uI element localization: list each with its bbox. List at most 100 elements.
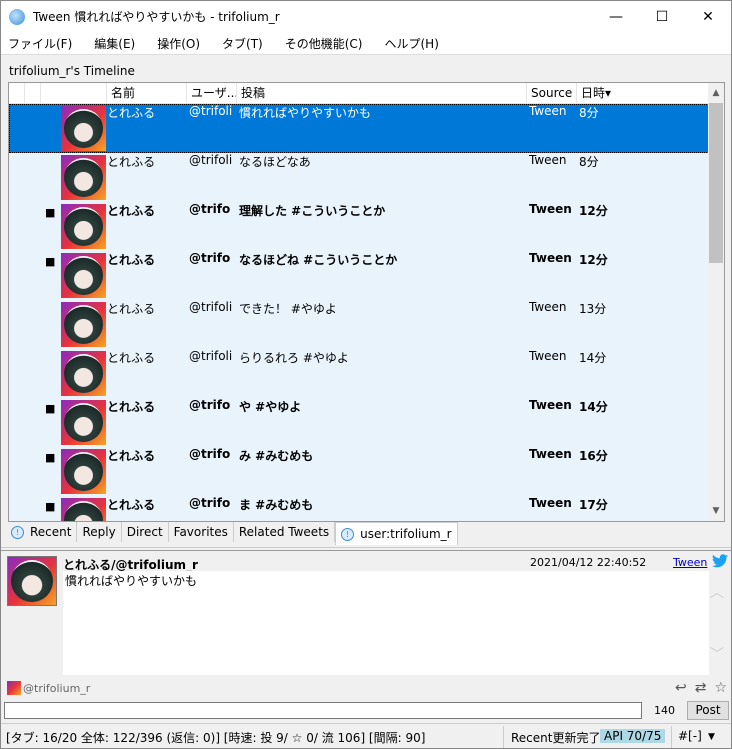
column-header-user[interactable]: ユーザ... <box>187 83 237 104</box>
avatar[interactable] <box>61 400 106 445</box>
table-row[interactable]: とれふる @trifoli なるほどなあ Tween 8分 <box>9 153 709 202</box>
maximize-button[interactable]: ☐ <box>639 1 685 32</box>
title-bar: Tween 慣れればやりやすいかも - trifolium_r — ☐ ✕ <box>1 1 731 32</box>
scroll-down-icon[interactable]: ▼ <box>708 503 724 519</box>
avatar[interactable] <box>61 302 106 347</box>
table-row[interactable]: ■ とれふる @trifo み #みむめも Tween 16分 <box>9 447 709 496</box>
row-name: とれふる <box>107 351 156 365</box>
column-header-source[interactable]: Source <box>527 83 577 104</box>
retweet-icon[interactable]: ⇄ <box>695 680 707 696</box>
splitter[interactable] <box>1 547 731 551</box>
avatar[interactable] <box>61 351 106 396</box>
tab-user-trifolium-r[interactable]: ! user:trifolium_r <box>335 522 458 545</box>
row-text: なるほどなあ <box>239 155 311 169</box>
unread-mark: ■ <box>45 500 56 513</box>
table-row[interactable]: とれふる @trifoli できた！ #やゆよ Tween 13分 <box>9 300 709 349</box>
row-name: とれふる <box>107 302 156 316</box>
column-header-blank1[interactable] <box>9 83 25 104</box>
dropdown-arrow-icon[interactable]: ▼ <box>708 732 715 742</box>
tweet-actions: ↩ ⇄ ☆ <box>675 680 727 696</box>
table-row[interactable]: ■ とれふる @trifo や #やゆよ Tween 14分 <box>9 398 709 447</box>
row-text: できた！ #やゆよ <box>239 302 337 316</box>
detail-avatar[interactable] <box>7 556 57 606</box>
column-header-post[interactable]: 投稿 <box>237 83 527 104</box>
minimize-button[interactable]: — <box>593 1 639 32</box>
menu-tab[interactable]: タブ(T) <box>222 35 263 52</box>
column-header-icon[interactable] <box>41 83 107 104</box>
timeline-rows: とれふる @trifoli 慣れればやりやすいかも Tween 8分 とれふる … <box>9 104 709 521</box>
tween-app-icon <box>9 8 25 25</box>
avatar[interactable] <box>61 498 106 521</box>
hashtag-selector[interactable]: #[-] <box>678 729 702 743</box>
row-source: Tween <box>529 447 572 461</box>
tab-reply[interactable]: Reply <box>77 522 122 542</box>
row-time: 17分 <box>579 498 608 512</box>
row-time: 8分 <box>579 155 599 169</box>
row-text: なるほどね #こういうことか <box>239 253 398 267</box>
table-row[interactable]: ■ とれふる @trifo 理解した #こういうことか Tween 12分 <box>9 202 709 251</box>
status-bar: [タブ: 16/20 全体: 122/396 (返信: 0)] [時速: 投 9… <box>1 723 731 749</box>
row-text: み #みむめも <box>239 449 314 463</box>
row-source: Tween <box>529 104 567 118</box>
favorite-star-icon[interactable]: ☆ <box>714 680 727 696</box>
reply-icon[interactable]: ↩ <box>675 680 687 696</box>
tweet-detail: とれふる/@trifolium_r 2021/04/12 22:40:52 Tw… <box>3 552 730 699</box>
menu-edit[interactable]: 編集(E) <box>94 35 135 52</box>
unread-mark: ■ <box>45 451 56 464</box>
close-button[interactable]: ✕ <box>685 1 731 32</box>
avatar[interactable] <box>61 106 106 151</box>
row-text: 慣れればやりやすいかも <box>239 106 372 120</box>
column-header-blank2[interactable] <box>25 83 41 104</box>
status-stats: [タブ: 16/20 全体: 122/396 (返信: 0)] [時速: 投 9… <box>6 731 426 745</box>
row-time: 8分 <box>579 106 599 120</box>
row-name: とれふる <box>107 498 156 512</box>
column-header-time[interactable]: 日時▾ <box>577 83 709 104</box>
avatar[interactable] <box>61 253 106 298</box>
row-user: @trifo <box>189 447 231 461</box>
table-row[interactable]: ■ とれふる @trifo ま #みむめも Tween 17分 <box>9 496 709 521</box>
menu-bar: ファイル(F) 編集(E) 操作(O) タブ(T) その他機能(C) ヘルプ(H… <box>1 32 731 55</box>
account-indicator: @trifolium_r <box>7 681 90 695</box>
tab-bubble-icon: ! <box>11 525 24 539</box>
unread-mark: ■ <box>45 255 56 268</box>
menu-other[interactable]: その他機能(C) <box>285 35 363 52</box>
avatar[interactable] <box>61 155 106 200</box>
scroll-up-icon[interactable]: ▲ <box>708 85 724 101</box>
tab-related-tweets[interactable]: Related Tweets <box>234 522 336 542</box>
row-text: や #やゆよ <box>239 400 302 414</box>
timeline-scrollbar[interactable]: ▲ ▼ <box>708 83 724 521</box>
menu-help[interactable]: ヘルプ(H) <box>385 35 439 52</box>
post-button[interactable]: Post <box>687 701 729 720</box>
unread-mark: ■ <box>45 206 56 219</box>
detail-scroll-up-icon[interactable]: ︿ <box>710 582 724 602</box>
detail-date: 2021/04/12 22:40:52 <box>530 556 647 569</box>
timeline-label: trifolium_r's Timeline <box>9 64 135 78</box>
row-time: 12分 <box>579 204 608 218</box>
table-row[interactable]: とれふる @trifoli らりるれろ #やゆよ Tween 14分 <box>9 349 709 398</box>
detail-scroll-down-icon[interactable]: ﹀ <box>710 644 724 664</box>
account-name: @trifolium_r <box>23 681 91 695</box>
row-time: 12分 <box>579 253 608 267</box>
table-row[interactable]: とれふる @trifoli 慣れればやりやすいかも Tween 8分 <box>9 104 709 153</box>
table-row[interactable]: ■ とれふる @trifo なるほどね #こういうことか Tween 12分 <box>9 251 709 300</box>
tab-favorites[interactable]: Favorites <box>169 522 234 542</box>
tab-recent[interactable]: ! Recent <box>6 522 78 542</box>
detail-body: 慣れればやりやすいかも <box>63 571 709 675</box>
menu-operation[interactable]: 操作(O) <box>157 35 200 52</box>
avatar[interactable] <box>61 449 106 494</box>
row-time: 14分 <box>579 400 608 414</box>
row-time: 13分 <box>579 302 607 316</box>
scroll-thumb[interactable] <box>709 103 723 263</box>
post-input[interactable] <box>4 702 642 719</box>
row-text: 理解した #こういうことか <box>239 204 386 218</box>
row-name: とれふる <box>107 253 156 267</box>
detail-source-link[interactable]: Tween <box>673 556 707 569</box>
row-user: @trifoli <box>189 349 233 363</box>
avatar[interactable] <box>61 204 106 249</box>
tab-direct[interactable]: Direct <box>122 522 169 542</box>
timeline-list[interactable]: 名前 ユーザ... 投稿 Source 日時▾ とれふる @trifoli 慣れ… <box>8 82 725 522</box>
column-header-name[interactable]: 名前 <box>107 83 187 104</box>
twitter-bird-icon <box>712 554 728 572</box>
menu-file[interactable]: ファイル(F) <box>8 35 72 52</box>
tab-label: Recent <box>30 525 72 539</box>
